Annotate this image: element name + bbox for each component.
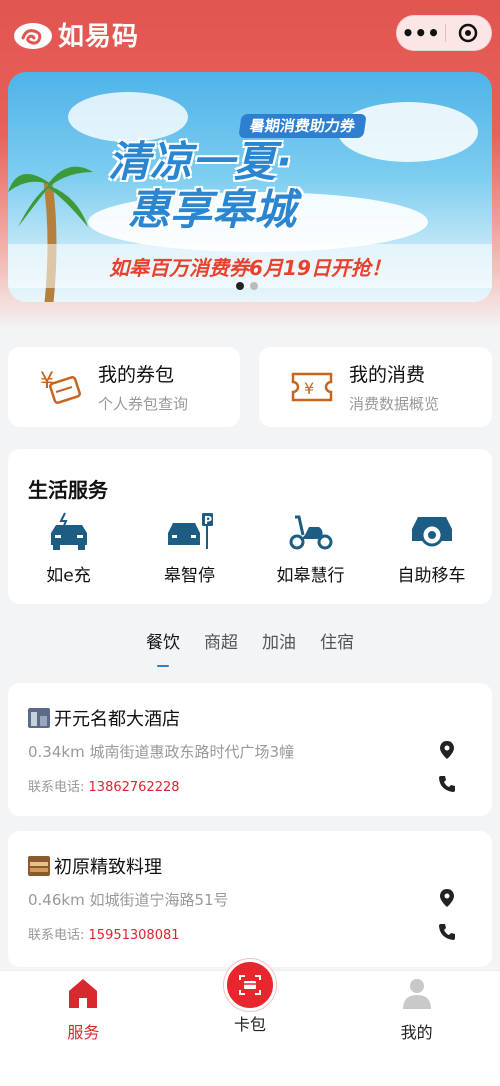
- quick-action-title: 我的券包: [98, 364, 175, 386]
- service-label: 如e充: [46, 566, 91, 586]
- life-services-card: 生活服务 如e充 P 皋智停 如皋慧行 自助移车: [8, 449, 492, 604]
- tab-lodging[interactable]: 住宿: [320, 628, 354, 667]
- phone-label: 联系电话:: [28, 780, 85, 795]
- store-name-row: 开元名都大酒店: [28, 705, 180, 731]
- store-phone-row: 联系电话: 15951308081: [28, 924, 180, 943]
- store-name: 初原精致料理: [54, 857, 162, 878]
- quick-action-subtitle: 消费数据概览: [349, 395, 440, 413]
- pager-dot[interactable]: [250, 282, 258, 290]
- app-header: 如易码 •••: [0, 0, 500, 68]
- app-name: 如易码: [58, 22, 140, 52]
- location-pin-icon[interactable]: [438, 740, 456, 760]
- more-dots-icon[interactable]: •••: [397, 15, 445, 51]
- store-thumbnail: [28, 708, 50, 728]
- pager-dot-active[interactable]: [236, 282, 244, 290]
- user-profile-icon: [402, 979, 431, 1009]
- tabbar-profile[interactable]: 我的: [333, 971, 500, 1086]
- svg-text:P: P: [204, 514, 212, 527]
- banner-tag: 暑期消费助力券: [238, 114, 367, 138]
- store-name: 开元名都大酒店: [54, 709, 180, 730]
- bottom-tab-bar: 服务 卡包 我的: [0, 959, 500, 1086]
- phone-number[interactable]: 13862762228: [89, 780, 180, 795]
- cloud-swirl-logo-icon: [14, 22, 52, 49]
- parking-car-icon: P: [167, 513, 213, 549]
- banner-headline: 清凉一夏· 惠享皋城: [108, 138, 398, 234]
- target-circle-icon[interactable]: [445, 22, 491, 44]
- service-ev-charging[interactable]: 如e充: [8, 511, 129, 586]
- store-address: 0.34km 城南街道惠政东路时代广场3幢: [28, 743, 295, 761]
- phone-number[interactable]: 15951308081: [89, 928, 180, 943]
- tabbar-card-wallet[interactable]: 卡包: [167, 959, 334, 1086]
- tab-supermarket[interactable]: 商超: [204, 628, 238, 667]
- category-tabs: 餐饮 商超 加油 住宿: [0, 628, 500, 667]
- location-pin-icon[interactable]: [438, 888, 456, 908]
- card-wallet-icon: [224, 959, 276, 1011]
- store-card[interactable]: 开元名都大酒店 0.34km 城南街道惠政东路时代广场3幢 联系电话: 1386…: [8, 683, 492, 816]
- store-phone-row: 联系电话: 13862762228: [28, 776, 180, 795]
- service-self-car-move[interactable]: 自助移车: [371, 511, 492, 586]
- quick-action-coupon-wallet[interactable]: ¥ 我的券包 个人券包查询: [8, 347, 240, 427]
- tabbar-label: 卡包: [234, 1015, 267, 1034]
- store-thumbnail: [28, 856, 50, 876]
- quick-action-title: 我的消费: [349, 364, 426, 386]
- quick-action-consumption[interactable]: ¥ 我的消费 消费数据概览: [259, 347, 492, 427]
- tabbar-label: 服务: [67, 1023, 100, 1042]
- quick-action-subtitle: 个人券包查询: [98, 395, 189, 413]
- banner-headline-line2: 惠享皋城: [128, 185, 297, 234]
- phone-label: 联系电话:: [28, 928, 85, 943]
- banner-subline: 如皋百万消费券6月19日开抢！: [109, 256, 391, 280]
- ev-charging-car-icon: [50, 512, 87, 550]
- coupon-wallet-icon: ¥: [40, 369, 81, 404]
- home-icon: [69, 979, 98, 1008]
- app-logo: 如易码: [12, 16, 139, 53]
- service-parking[interactable]: P 皋智停: [129, 511, 250, 586]
- life-services-title: 生活服务: [28, 478, 108, 502]
- promo-banner[interactable]: 暑期消费助力券 清凉一夏· 惠享皋城 如皋百万消费券6月19日开抢！: [8, 72, 492, 302]
- store-card[interactable]: 初原精致料理 0.46km 如城街道宁海路51号 联系电话: 159513080…: [8, 831, 492, 967]
- service-label: 自助移车: [397, 566, 466, 586]
- phone-call-icon[interactable]: [438, 923, 456, 941]
- service-smart-travel[interactable]: 如皋慧行: [250, 511, 371, 586]
- tabbar-label: 我的: [400, 1023, 433, 1042]
- store-address: 0.46km 如城街道宁海路51号: [28, 891, 229, 909]
- car-move-icon: [411, 517, 452, 547]
- tab-fuel[interactable]: 加油: [262, 628, 296, 667]
- consumption-ticket-icon: ¥: [291, 372, 333, 402]
- store-name-row: 初原精致料理: [28, 853, 162, 879]
- service-label: 如皋慧行: [276, 566, 345, 586]
- life-services-grid: 如e充 P 皋智停 如皋慧行 自助移车: [8, 511, 492, 586]
- banner-pager: [236, 282, 258, 290]
- tab-dining[interactable]: 餐饮: [146, 628, 180, 667]
- svg-text:¥: ¥: [304, 379, 314, 398]
- service-label: 皋智停: [164, 566, 215, 586]
- phone-call-icon[interactable]: [438, 775, 456, 793]
- mini-program-capsule: •••: [396, 15, 492, 51]
- banner-headline-line1: 清凉一夏·: [108, 137, 292, 186]
- scooter-icon: [289, 515, 332, 550]
- tabbar-service[interactable]: 服务: [0, 971, 167, 1086]
- banner-cloud: [68, 92, 188, 142]
